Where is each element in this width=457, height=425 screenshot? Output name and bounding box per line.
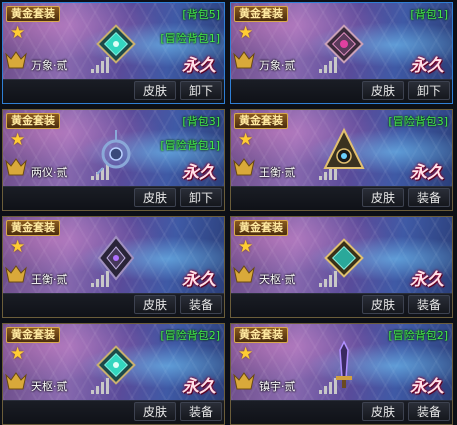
suit-card[interactable]: 黄金套装 ★ 天枢·贰 永久 [冒险背包2] 皮肤 装备 — [2, 323, 225, 425]
unequip-button[interactable]: 卸下 — [408, 81, 450, 100]
item-name: 天枢·贰 — [31, 380, 68, 393]
star-icon: ★ — [238, 23, 254, 43]
crest-icon — [5, 158, 27, 176]
bag-location-1: [冒险背包3] — [388, 115, 448, 128]
bag-location-2: [冒险背包1] — [160, 139, 220, 152]
skin-button[interactable]: 皮肤 — [134, 81, 176, 100]
equip-button[interactable]: 装备 — [408, 402, 450, 421]
star-icon: ★ — [10, 130, 26, 150]
skin-button[interactable]: 皮肤 — [134, 295, 176, 314]
forever-label: 永久 — [182, 163, 216, 183]
skin-button[interactable]: 皮肤 — [362, 188, 404, 207]
crest-icon — [233, 158, 255, 176]
gem-icon — [96, 24, 136, 64]
suit-card[interactable]: 黄金套装 ★ 两仪·贰 永久 [背包3] [冒险背包1] 皮肤 卸下 — [2, 109, 225, 211]
equip-button[interactable]: 装备 — [180, 295, 222, 314]
star-icon: ★ — [10, 237, 26, 257]
unequip-button[interactable]: 卸下 — [180, 81, 222, 100]
gold-suit-tag: 黄金套装 — [6, 113, 60, 129]
forever-label: 永久 — [182, 270, 216, 290]
skin-button[interactable]: 皮肤 — [134, 188, 176, 207]
item-name: 两仪·贰 — [31, 166, 68, 179]
item-name: 万象·贰 — [259, 59, 296, 72]
crest-icon — [5, 372, 27, 390]
gold-suit-tag: 黄金套装 — [234, 113, 288, 129]
gem-icon — [323, 127, 365, 169]
gem-icon — [336, 340, 352, 388]
gem-icon — [96, 345, 136, 385]
gem-icon — [324, 238, 364, 278]
forever-label: 永久 — [410, 163, 444, 183]
gem-icon — [324, 24, 364, 64]
star-icon: ★ — [10, 23, 26, 43]
bag-location-1: [冒险背包2] — [160, 329, 220, 342]
suit-card[interactable]: 黄金套装 ★ 万象·贰 永久 [背包1] 皮肤 卸下 — [230, 2, 453, 104]
bag-location-1: [背包3] — [182, 115, 220, 128]
unequip-button[interactable]: 卸下 — [180, 188, 222, 207]
item-name: 王衡·贰 — [259, 166, 296, 179]
item-name: 天枢·贰 — [259, 273, 296, 286]
suit-grid: 黄金套装 ★ 万象·贰 永久 [背包5] [冒险背包1] 皮肤 卸下 黄金套装 … — [2, 2, 453, 425]
gold-suit-tag: 黄金套装 — [6, 6, 60, 22]
gold-suit-tag: 黄金套装 — [234, 220, 288, 236]
suit-card[interactable]: 黄金套装 ★ 万象·贰 永久 [背包5] [冒险背包1] 皮肤 卸下 — [2, 2, 225, 104]
gold-suit-tag: 黄金套装 — [234, 327, 288, 343]
equip-button[interactable]: 装备 — [180, 402, 222, 421]
equip-button[interactable]: 装备 — [408, 188, 450, 207]
bag-location-2: [冒险背包1] — [160, 32, 220, 45]
suit-card[interactable]: 黄金套装 ★ 镇宇·贰 永久 [冒险背包2] 皮肤 装备 — [230, 323, 453, 425]
crest-icon — [233, 51, 255, 69]
gold-suit-tag: 黄金套装 — [234, 6, 288, 22]
skin-button[interactable]: 皮肤 — [134, 402, 176, 421]
crest-icon — [5, 51, 27, 69]
item-name: 万象·贰 — [31, 59, 68, 72]
star-icon: ★ — [10, 344, 26, 364]
gem-icon — [97, 235, 135, 281]
skin-button[interactable]: 皮肤 — [362, 402, 404, 421]
bag-location-1: [背包1] — [410, 8, 448, 21]
skin-button[interactable]: 皮肤 — [362, 81, 404, 100]
gem-icon — [96, 130, 131, 175]
star-icon: ★ — [238, 237, 254, 257]
suit-card[interactable]: 黄金套装 ★ 天枢·贰 永久 皮肤 装备 — [230, 216, 453, 318]
bag-location-1: [冒险背包2] — [388, 329, 448, 342]
item-name: 镇宇·贰 — [259, 380, 296, 393]
star-icon: ★ — [238, 344, 254, 364]
forever-label: 永久 — [182, 377, 216, 397]
forever-label: 永久 — [410, 270, 444, 290]
crest-icon — [233, 265, 255, 283]
forever-label: 永久 — [410, 377, 444, 397]
forever-label: 永久 — [410, 56, 444, 76]
skin-button[interactable]: 皮肤 — [362, 295, 404, 314]
suit-card[interactable]: 黄金套装 ★ 王衡·贰 永久 [冒险背包3] 皮肤 装备 — [230, 109, 453, 211]
star-icon: ★ — [238, 130, 254, 150]
crest-icon — [233, 372, 255, 390]
suit-card[interactable]: 黄金套装 ★ 王衡·贰 永久 皮肤 装备 — [2, 216, 225, 318]
forever-label: 永久 — [182, 56, 216, 76]
gold-suit-tag: 黄金套装 — [6, 220, 60, 236]
crest-icon — [5, 265, 27, 283]
equip-button[interactable]: 装备 — [408, 295, 450, 314]
bag-location-1: [背包5] — [182, 8, 220, 21]
gold-suit-tag: 黄金套装 — [6, 327, 60, 343]
item-name: 王衡·贰 — [31, 273, 68, 286]
